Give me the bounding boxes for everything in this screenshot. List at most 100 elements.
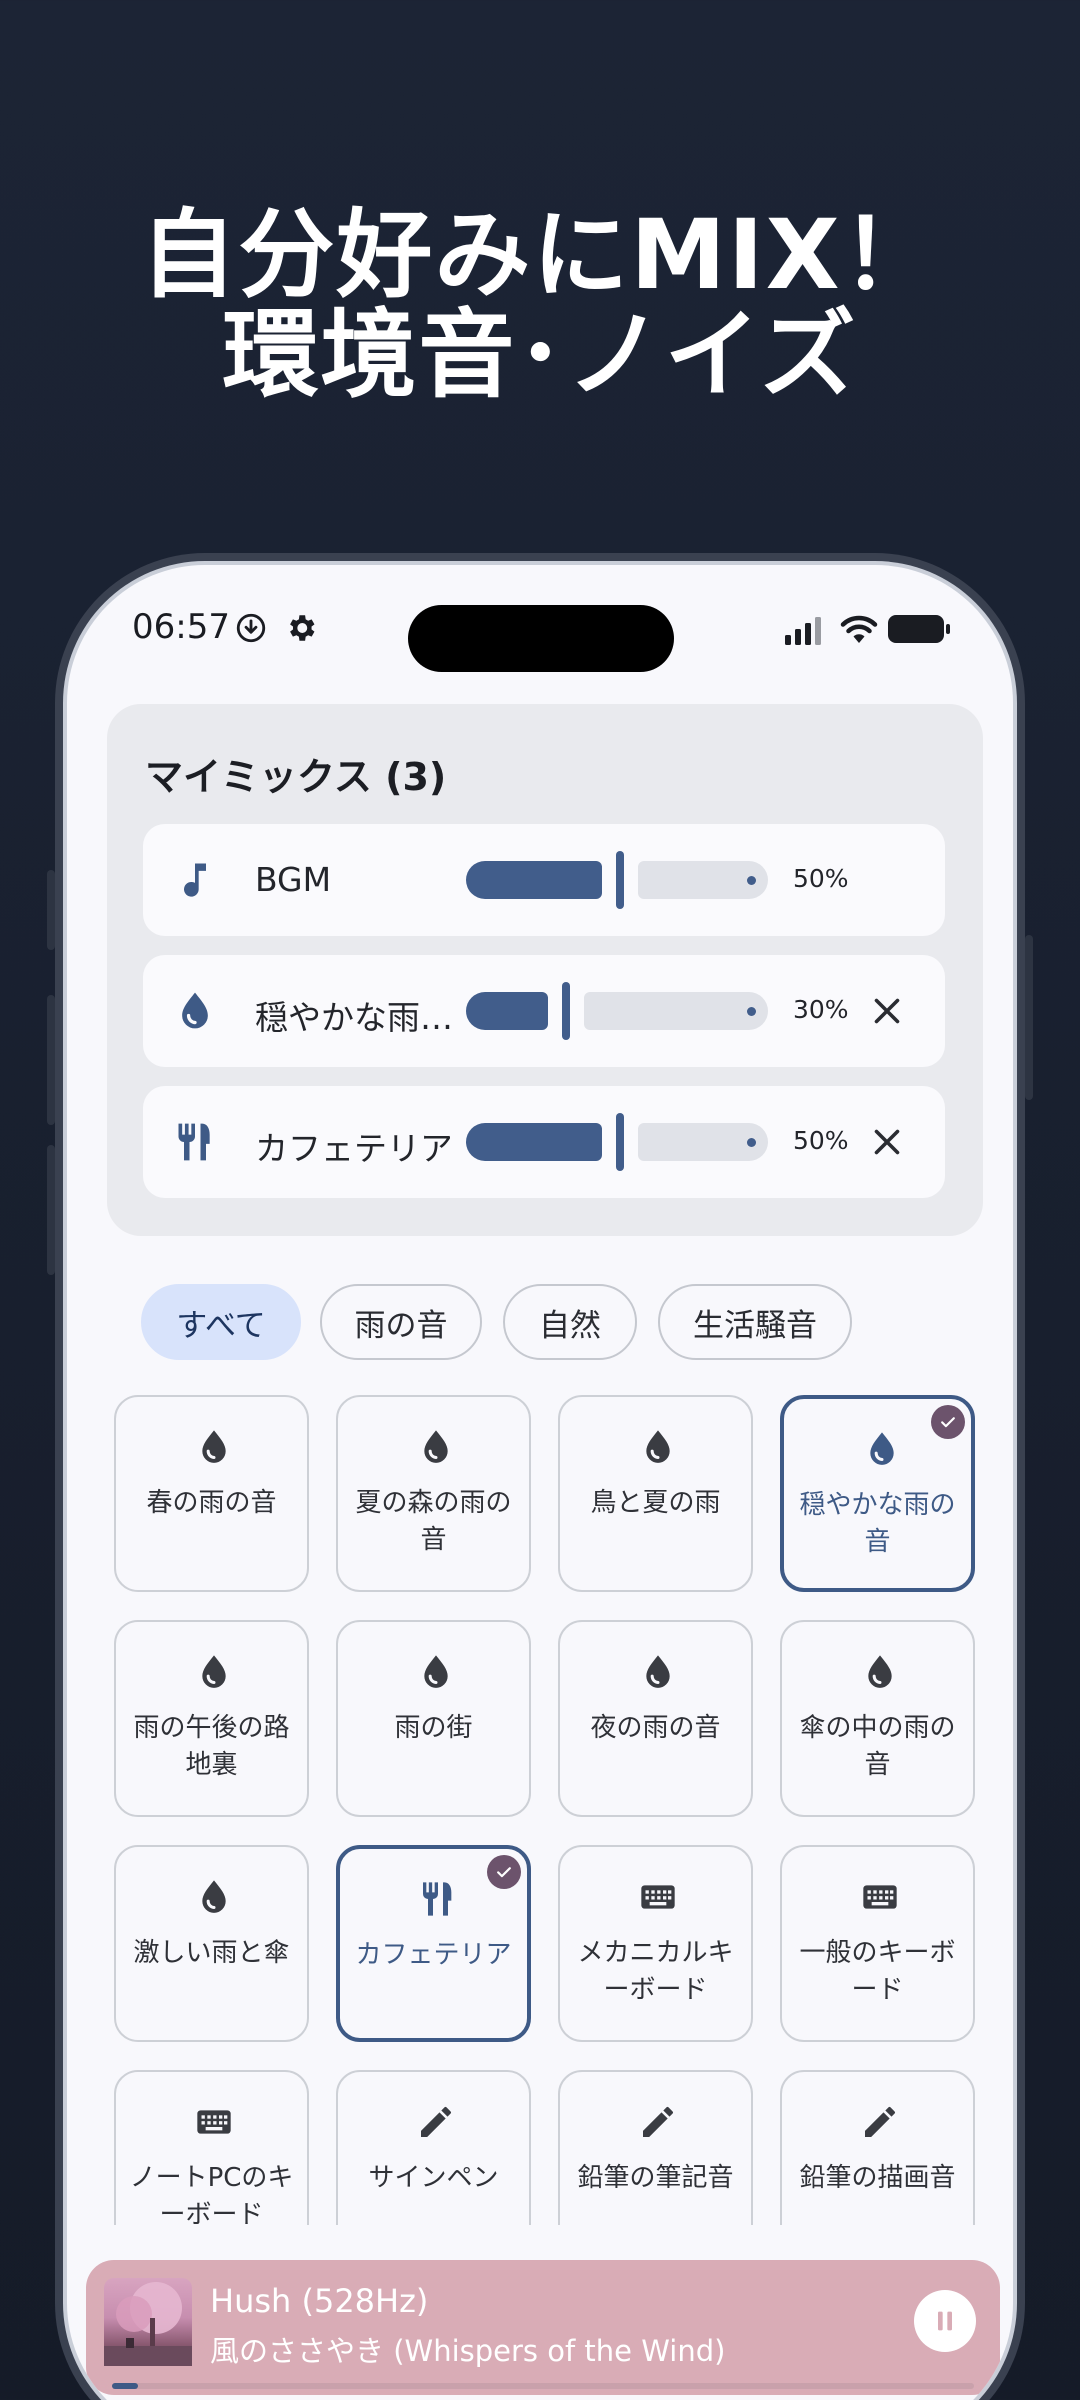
- playback-progress[interactable]: [112, 2383, 974, 2389]
- my-mix-panel: マイミックス (3) BGM 50% 穏やかな雨… 30% カフェテリア 50%: [107, 704, 983, 1236]
- volume-thumb[interactable]: [562, 982, 570, 1040]
- sound-tile-label: 一般のキーボード: [799, 1938, 956, 2005]
- sound-tile-label: ノートPCのキーボード: [129, 2163, 294, 2225]
- sound-tile-label: 穏やかな雨の音: [799, 1490, 956, 1557]
- sound-tile-label: メカニカルキーボード: [577, 1938, 734, 2005]
- sound-tile[interactable]: 激しい雨と傘: [114, 1845, 309, 2042]
- sound-tile[interactable]: 鉛筆の描画音: [780, 2070, 975, 2225]
- remove-icon[interactable]: [869, 1124, 905, 1160]
- volume-track: [638, 1123, 768, 1161]
- volume-thumb[interactable]: [616, 1113, 624, 1171]
- promo-line-2: 環境音･ノイズ: [222, 299, 858, 411]
- pencil-icon: [421, 2107, 451, 2137]
- now-playing-bar[interactable]: Hush (528Hz) 風のささやき (Whispers of the Win…: [86, 2260, 1000, 2395]
- sound-tile[interactable]: 雨の午後の路地裏: [114, 1620, 309, 1817]
- sound-tile-label: 春の雨の音: [146, 1488, 277, 1518]
- battery-icon: [888, 615, 950, 643]
- volume-slider[interactable]: [466, 851, 768, 909]
- app-screen: 06:57 マイミックス (3) BGM 50% 穏やかな雨… 30% カフェテ…: [67, 565, 1013, 2400]
- keyboard-icon: [863, 1885, 897, 1909]
- sound-tile[interactable]: 夏の森の雨の音: [336, 1395, 531, 1592]
- wifi-icon: [840, 615, 878, 643]
- mix-item-name: 穏やかな雨…: [255, 998, 450, 1037]
- sound-tile-label: 雨の午後の路地裏: [133, 1713, 290, 1780]
- volume-end-dot: [747, 876, 756, 885]
- player-subtitle: 風のささやき (Whispers of the Wind): [210, 2334, 726, 2368]
- sound-tile-label: 傘の中の雨の音: [799, 1713, 956, 1780]
- mix-item-gentle-rain: 穏やかな雨… 30%: [143, 955, 945, 1067]
- pencil-icon: [865, 2107, 895, 2137]
- water-drop-icon: [870, 1432, 894, 1465]
- sound-tile[interactable]: メカニカルキーボード: [558, 1845, 753, 2042]
- my-mix-title: マイミックス (3): [145, 755, 447, 799]
- filter-chip-rain[interactable]: 雨の音: [320, 1284, 482, 1360]
- mix-item-name: BGM: [255, 860, 332, 899]
- volume-track: [638, 861, 768, 899]
- sound-tile[interactable]: 一般のキーボード: [780, 1845, 975, 2042]
- signal-icon: [785, 617, 821, 645]
- volume-percent: 30%: [793, 995, 849, 1024]
- volume-track: [584, 992, 768, 1030]
- sound-tile-label: 鳥と夏の雨: [590, 1488, 721, 1518]
- pause-button[interactable]: [914, 2290, 976, 2352]
- sound-tile-label: 激しい雨と傘: [133, 1938, 290, 1968]
- phone-power-button: [1025, 935, 1033, 1100]
- sound-grid: 春の雨の音 夏の森の雨の音 鳥と夏の雨 穏やかな雨の音雨の午後の路地裏 雨の街 夜の雨の音…: [114, 1395, 984, 2225]
- filter-chip-nature[interactable]: 自然: [503, 1284, 637, 1360]
- volume-fill: [466, 992, 548, 1030]
- water-drop-icon: [202, 1430, 226, 1463]
- promo-headline: 自分好みにMIX！ 環境音･ノイズ: [0, 205, 1080, 405]
- player-title: Hush (528Hz): [210, 2282, 429, 2320]
- dynamic-island: [408, 605, 674, 672]
- water-drop-icon: [182, 992, 208, 1029]
- water-drop-icon: [868, 1655, 892, 1688]
- water-drop-icon: [202, 1880, 226, 1913]
- keyboard-icon: [641, 1885, 675, 1909]
- filter-chip-all[interactable]: すべて: [141, 1284, 301, 1360]
- sound-tile[interactable]: 穏やかな雨の音: [780, 1395, 975, 1592]
- volume-end-dot: [747, 1007, 756, 1016]
- sound-tile[interactable]: カフェテリア: [336, 1845, 531, 2042]
- music-note-icon: [184, 863, 206, 897]
- volume-end-dot: [747, 1138, 756, 1147]
- mix-item-name: カフェテリア: [255, 1129, 450, 1168]
- volume-slider[interactable]: [466, 982, 768, 1040]
- filter-chip-life-noise[interactable]: 生活騒音: [658, 1284, 852, 1360]
- status-time: 06:57: [132, 607, 230, 647]
- sound-tile-label: サインペン: [368, 2163, 499, 2193]
- keyboard-icon: [197, 2110, 231, 2134]
- water-drop-icon: [424, 1655, 448, 1688]
- promo-line-1: 自分好みにMIX！: [140, 199, 940, 311]
- restaurant-icon: [423, 1882, 452, 1916]
- sound-tile[interactable]: 鳥と夏の雨: [558, 1395, 753, 1592]
- sound-tile[interactable]: 傘の中の雨の音: [780, 1620, 975, 1817]
- download-circle-icon: [236, 613, 266, 643]
- gear-icon: [290, 615, 315, 641]
- volume-percent: 50%: [793, 864, 849, 893]
- sound-tile[interactable]: サインペン: [336, 2070, 531, 2225]
- restaurant-icon: [178, 1123, 210, 1161]
- phone-volume-up: [47, 995, 55, 1125]
- mix-item-cafeteria: カフェテリア 50%: [143, 1086, 945, 1198]
- sound-tile[interactable]: 春の雨の音: [114, 1395, 309, 1592]
- volume-slider[interactable]: [466, 1113, 768, 1171]
- sound-tile[interactable]: 雨の街: [336, 1620, 531, 1817]
- sound-tile[interactable]: ノートPCのキーボード: [114, 2070, 309, 2225]
- volume-fill: [466, 1123, 602, 1161]
- volume-fill: [466, 861, 602, 899]
- sound-tile-label: 鉛筆の筆記音: [577, 2163, 734, 2193]
- check-icon: [487, 1855, 521, 1889]
- water-drop-icon: [202, 1655, 226, 1688]
- volume-thumb[interactable]: [616, 851, 624, 909]
- sound-tile-label: 雨の街: [394, 1713, 473, 1743]
- sound-tile[interactable]: 夜の雨の音: [558, 1620, 753, 1817]
- sound-tile-label: 夜の雨の音: [590, 1713, 721, 1743]
- phone-frame: 06:57 マイミックス (3) BGM 50% 穏やかな雨… 30% カフェテ…: [55, 553, 1025, 2400]
- water-drop-icon: [424, 1430, 448, 1463]
- water-drop-icon: [646, 1655, 670, 1688]
- sound-tile[interactable]: 鉛筆の筆記音: [558, 2070, 753, 2225]
- remove-icon[interactable]: [869, 993, 905, 1029]
- sound-tile-label: カフェテリア: [355, 1940, 512, 1970]
- phone-mute-switch: [47, 870, 55, 950]
- volume-percent: 50%: [793, 1126, 849, 1155]
